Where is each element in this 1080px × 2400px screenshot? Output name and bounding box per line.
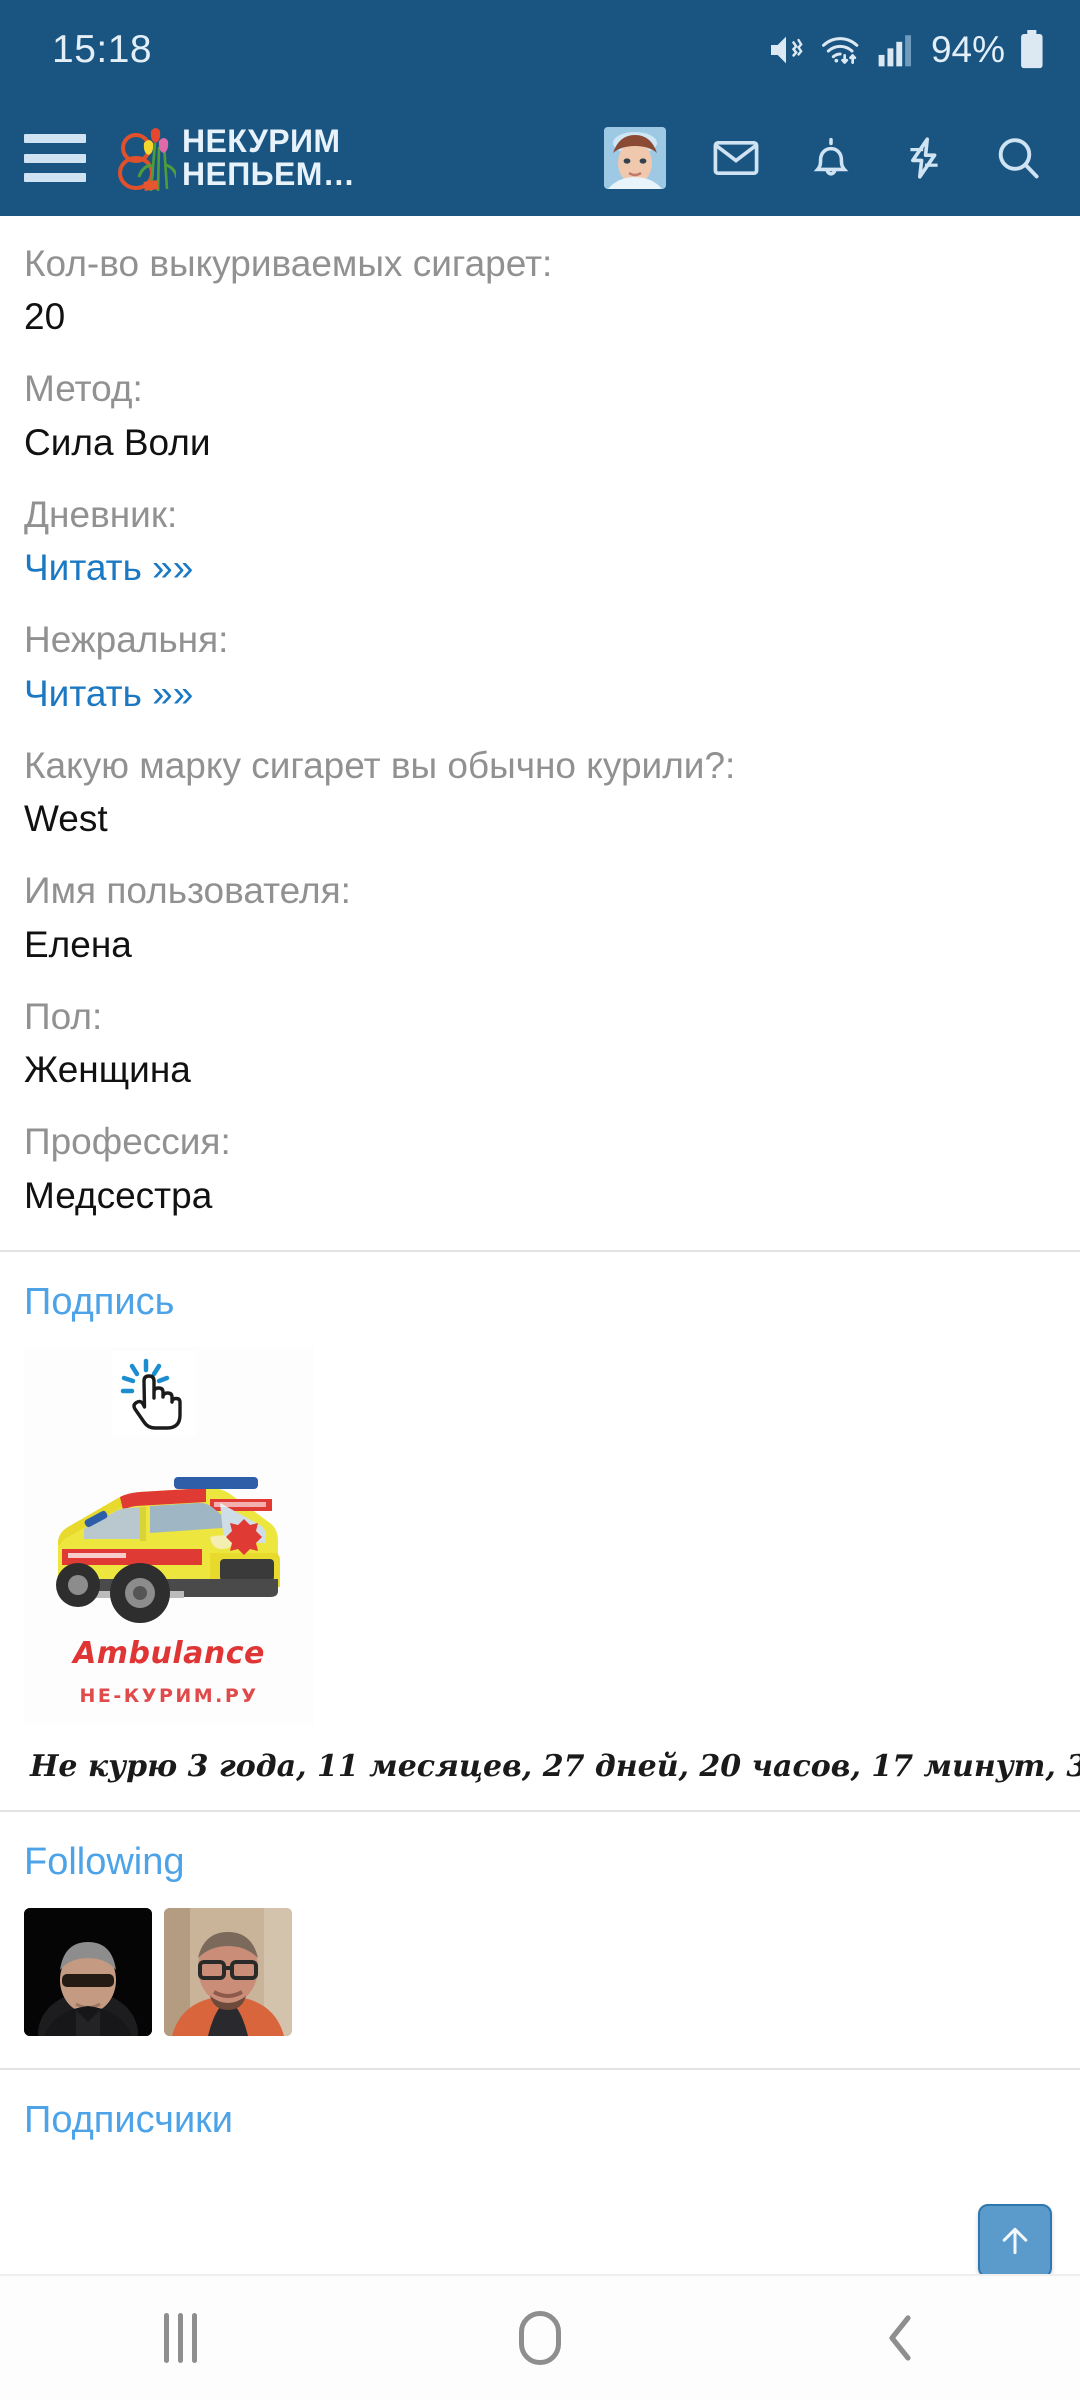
field-label: Нежральня: [24, 619, 229, 661]
hamburger-menu-icon[interactable] [24, 134, 86, 182]
battery-percentage: 94% [930, 29, 1005, 70]
field-value: 20 [24, 296, 66, 338]
nezhralnya-read-link[interactable]: Читать »» [24, 664, 1056, 728]
profile-field: Нежральня: Читать »» [24, 606, 1056, 731]
scroll-to-top-button[interactable] [978, 2204, 1052, 2274]
status-icons: 94% [766, 29, 1046, 71]
field-label: Имя пользователя: [24, 870, 351, 912]
bell-icon[interactable] [806, 132, 856, 184]
lightning-icon[interactable] [900, 132, 948, 184]
ambulance-image[interactable]: Ambulance НЕ-КУРИМ.РУ [24, 1347, 314, 1726]
following-section: Following [0, 1812, 1080, 2052]
subscribers-title[interactable]: Подписчики [24, 2070, 1056, 2166]
android-nav-bar [0, 2274, 1080, 2400]
header-action-icons [604, 127, 1050, 189]
field-label: Профессия: [24, 1121, 231, 1163]
profile-fields-list: Кол-во выкуриваемых сигарет: 20 Метод: С… [0, 216, 1080, 1234]
quit-smoking-counter: Не курю 3 года, 11 месяцев, 27 дней, 20 … [30, 1749, 1080, 1785]
following-title[interactable]: Following [24, 1812, 1056, 1908]
ambulance-caption: Ambulance [73, 1636, 265, 1672]
profile-field: Кол-во выкуриваемых сигарет: 20 [24, 230, 1056, 355]
logo-flower-icon [110, 121, 179, 195]
page-content[interactable]: Кол-во выкуриваемых сигарет: 20 Метод: С… [0, 216, 1080, 2274]
app-header-bar: НЕКУРИМ НЕПЬЕМ… [0, 100, 1080, 216]
subscribers-section: Подписчики [0, 2070, 1080, 2166]
battery-icon [1018, 30, 1046, 70]
field-value: Елена [24, 923, 132, 965]
mail-icon[interactable] [710, 132, 762, 184]
field-value: Сила Воли [24, 421, 211, 463]
nav-back-button[interactable] [800, 2275, 1000, 2400]
nav-home-button[interactable] [440, 2275, 640, 2400]
profile-field: Метод: Сила Воли [24, 355, 1056, 480]
profile-field: Профессия: Медсестра [24, 1108, 1056, 1233]
scroll-controls [978, 2204, 1052, 2274]
nav-recents-button[interactable] [80, 2275, 280, 2400]
diary-read-link[interactable]: Читать »» [24, 538, 1056, 602]
profile-field: Имя пользователя: Елена [24, 857, 1056, 982]
profile-field: Какую марку сигарет вы обычно курили?: W… [24, 732, 1056, 857]
profile-field: Пол: Женщина [24, 983, 1056, 1108]
search-icon[interactable] [992, 132, 1044, 184]
brand-line-1: НЕКУРИМ [182, 123, 341, 160]
following-avatars-list [24, 1907, 1056, 2052]
follow-avatar-2[interactable] [164, 1907, 292, 2036]
field-label: Пол: [24, 995, 103, 1037]
home-icon [519, 2311, 561, 2365]
follow-avatar-1[interactable] [24, 1907, 152, 2036]
status-bar: 15:18 94% [0, 0, 1080, 100]
field-label: Дневник: [24, 493, 178, 535]
site-logo[interactable]: НЕКУРИМ НЕПЬЕМ… [110, 121, 355, 195]
status-clock: 15:18 [52, 28, 153, 71]
field-label: Кол-во выкуриваемых сигарет: [24, 243, 553, 284]
signature-section: Подпись Ambulance НЕ-КУРИМ.РУ Не курю 3 … [0, 1252, 1080, 1795]
ambulance-subcaption: НЕ-КУРИМ.РУ [79, 1685, 259, 1708]
wifi-icon [819, 30, 863, 70]
field-label: Какую марку сигарет вы обычно курили?: [24, 744, 736, 786]
signal-icon [876, 32, 914, 68]
site-title: НЕКУРИМ НЕПЬЕМ… [182, 125, 355, 190]
field-value: Женщина [24, 1049, 191, 1091]
click-hand-icon [112, 1351, 196, 1436]
user-avatar[interactable] [604, 127, 666, 189]
profile-field: Дневник: Читать »» [24, 481, 1056, 606]
phone-screen: 15:18 94% НЕКУРИМ НЕПЬЕМ… Кол-во выкурив… [0, 0, 1080, 2400]
signature-title[interactable]: Подпись [24, 1252, 1056, 1348]
arrow-up-icon [995, 2221, 1035, 2261]
back-icon [878, 2310, 922, 2366]
mute-icon [766, 30, 806, 70]
field-value: Медсестра [24, 1174, 213, 1216]
brand-line-2: НЕПЬЕМ… [182, 156, 356, 192]
field-label: Метод: [24, 368, 143, 410]
recents-icon [163, 2313, 197, 2363]
field-value: West [24, 798, 108, 840]
